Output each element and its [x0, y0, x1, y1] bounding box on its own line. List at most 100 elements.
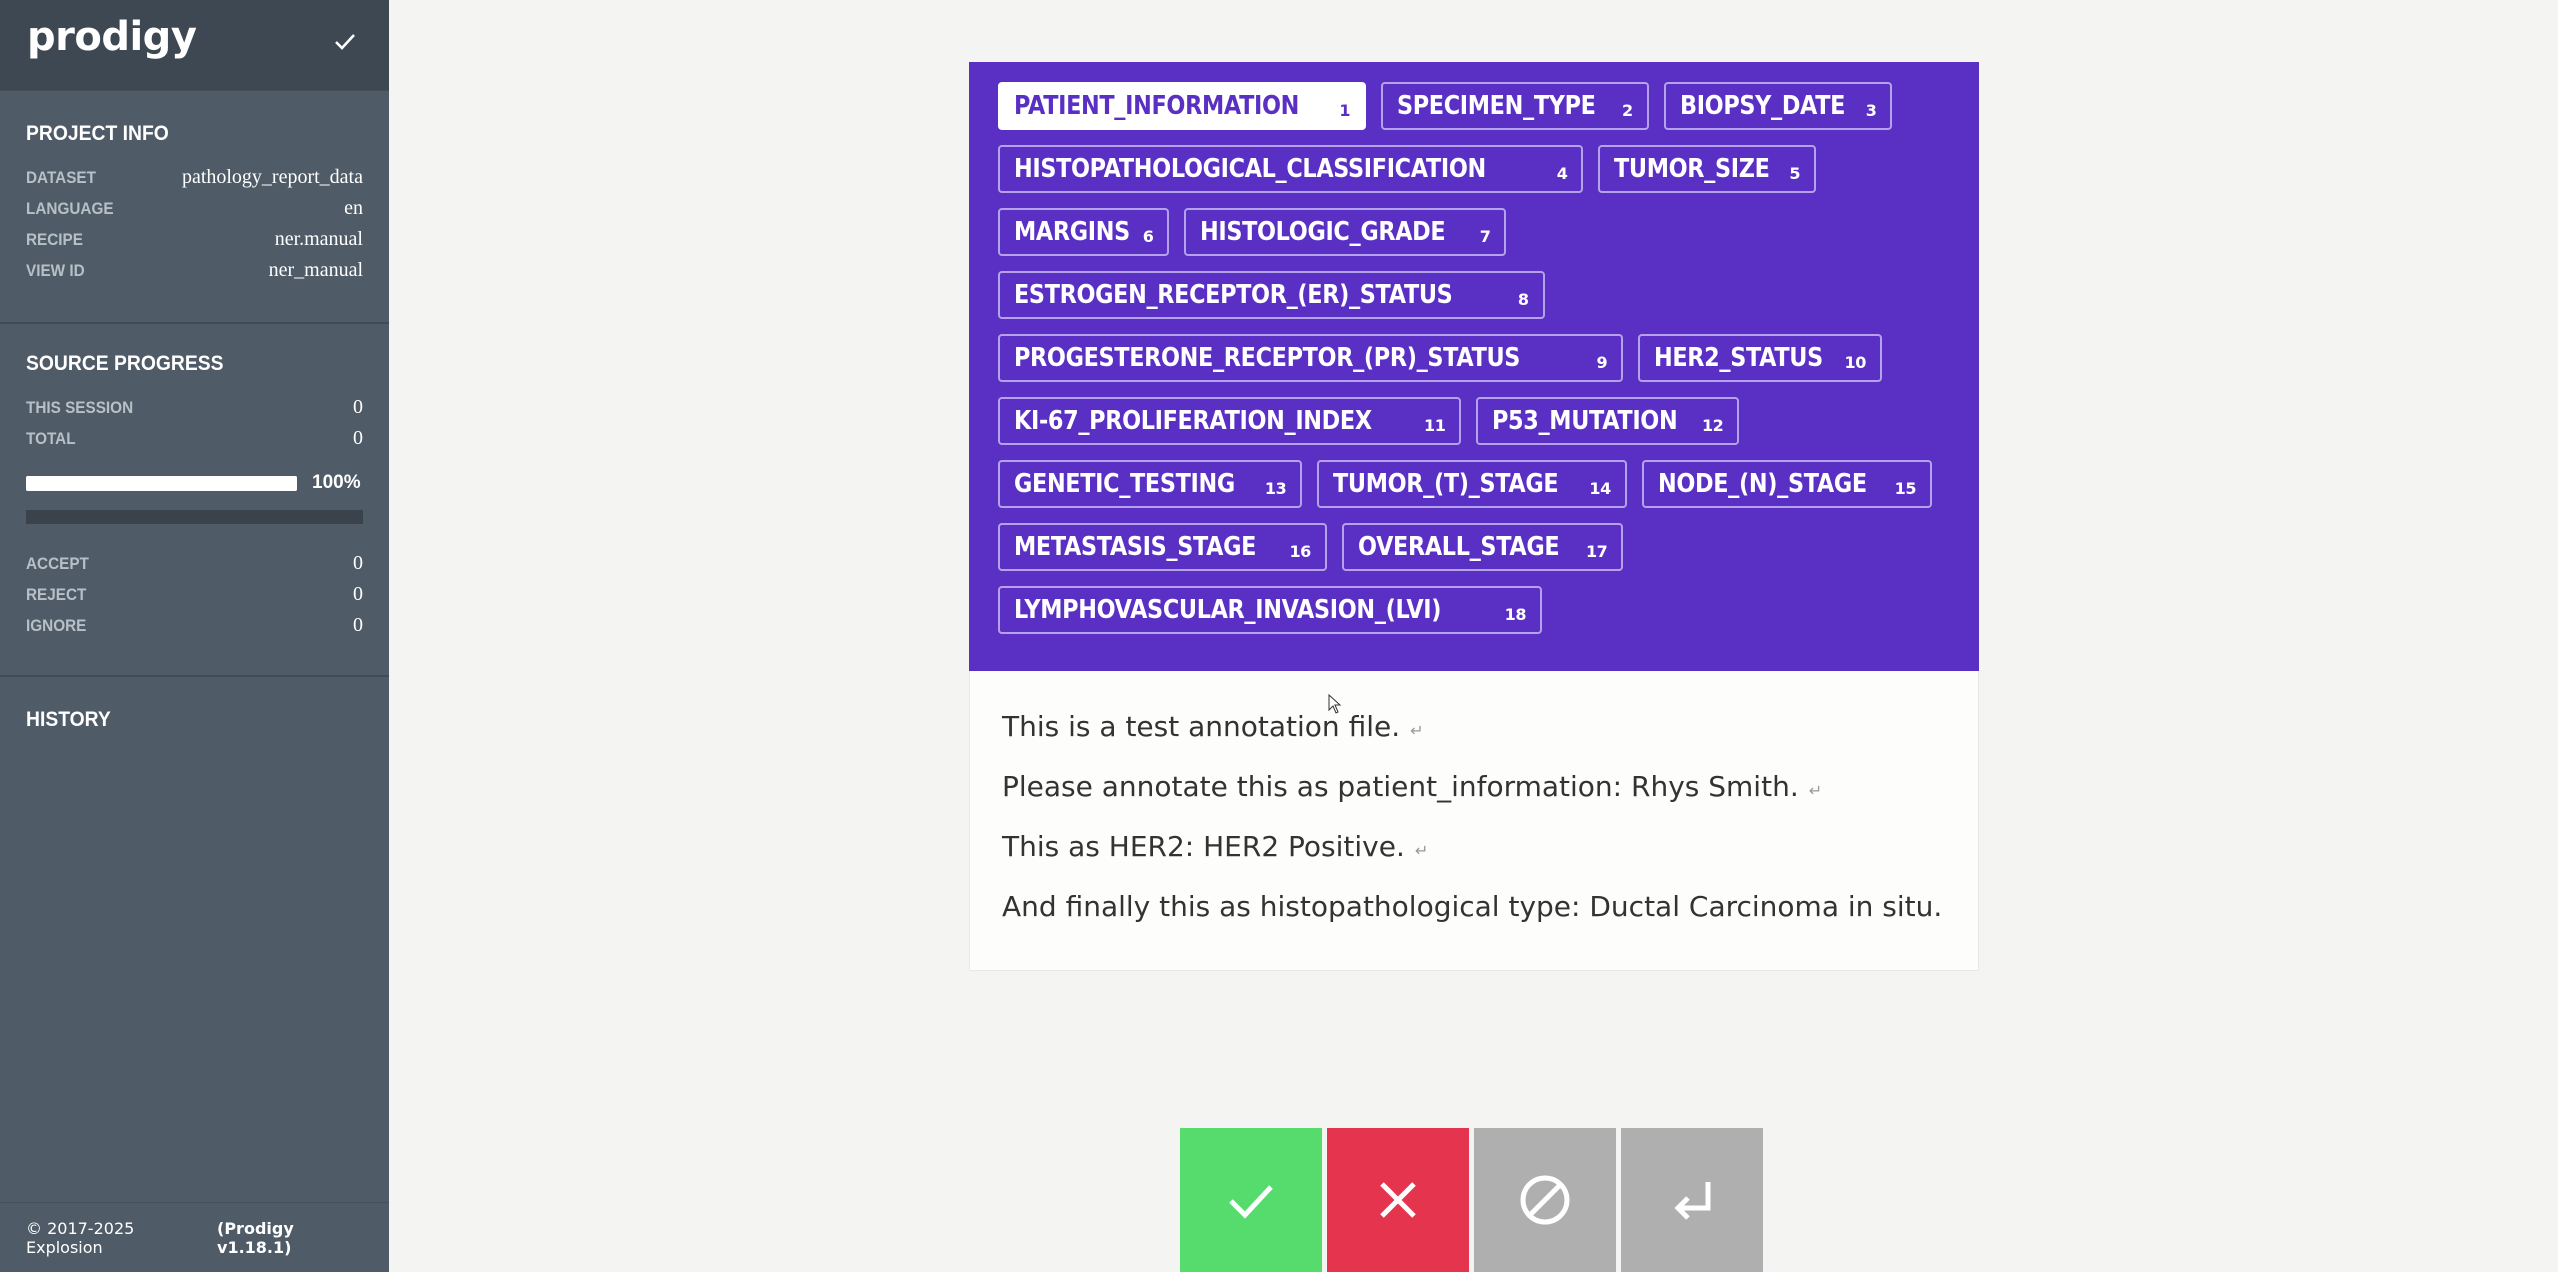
label-name: TUMOR_SIZE: [1614, 154, 1770, 184]
progress-row-total: TOTAL 0: [26, 423, 363, 454]
info-row-language: LANGUAGE en: [26, 193, 363, 224]
accept-button[interactable]: [1180, 1128, 1322, 1272]
label-button-histologic-grade[interactable]: HISTOLOGIC_GRADE 7: [1184, 208, 1507, 256]
progress-value: 0: [353, 396, 363, 418]
label-button-her2-status[interactable]: HER2_STATUS 10: [1638, 334, 1883, 382]
label-shortcut: 12: [1701, 415, 1724, 435]
label-shortcut: 7: [1479, 226, 1491, 246]
label-name: NODE_(N)_STAGE: [1657, 469, 1867, 499]
history-section: HISTORY: [0, 708, 389, 732]
count-key: ACCEPT: [26, 553, 89, 573]
label-button-patient-information[interactable]: PATIENT_INFORMATION 1: [998, 82, 1367, 130]
info-key: LANGUAGE: [26, 198, 114, 218]
label-name: GENETIC_TESTING: [1014, 469, 1235, 499]
label-button-histopathological-classification[interactable]: HISTOPATHOLOGICAL_CLASSIFICATION 4: [998, 145, 1584, 193]
label-name: PROGESTERONE_RECEPTOR_(PR)_STATUS: [1014, 343, 1521, 373]
label-shortcut: 2: [1622, 100, 1633, 120]
count-row-accept: ACCEPT 0: [26, 548, 363, 579]
label-shortcut: 4: [1556, 163, 1568, 183]
ignore-icon: [1520, 1175, 1570, 1225]
label-name: TUMOR_(T)_STAGE: [1333, 469, 1559, 499]
check-icon[interactable]: [331, 28, 359, 56]
count-row-ignore: IGNORE 0: [26, 610, 363, 641]
sidebar-divider: [0, 322, 389, 324]
text-line[interactable]: Please annotate this as patient_informat…: [1002, 767, 1946, 827]
progress-key: THIS SESSION: [26, 397, 134, 417]
label-button-tumor-t-stage[interactable]: TUMOR_(T)_STAGE 14: [1317, 460, 1627, 508]
annotation-text[interactable]: This is a test annotation file. ↵ Please …: [969, 671, 1979, 971]
label-shortcut: 10: [1844, 352, 1867, 372]
newline-icon: ↵: [1414, 841, 1429, 860]
action-buttons: [1180, 1128, 1763, 1272]
text-line[interactable]: And finally this as histopathological ty…: [1002, 887, 1946, 947]
label-button-tumor-size[interactable]: TUMOR_SIZE 5: [1598, 145, 1817, 193]
progress-bar-row: 100%: [26, 468, 363, 498]
version-text: (Prodigy v1.18.1): [217, 1218, 294, 1257]
text-content[interactable]: This is a test annotation file.: [1002, 710, 1400, 743]
label-shortcut: 8: [1517, 289, 1529, 309]
count-value: 0: [353, 614, 363, 636]
mouse-cursor-icon: [1328, 694, 1342, 714]
label-button-margins[interactable]: MARGINS 6: [998, 208, 1170, 256]
label-name: SPECIMEN_TYPE: [1397, 91, 1596, 121]
label-button-estrogen-receptor-er-status[interactable]: ESTROGEN_RECEPTOR_(ER)_STATUS 8: [998, 271, 1545, 319]
label-name: METASTASIS_STAGE: [1014, 532, 1257, 562]
label-name: BIOPSY_DATE: [1679, 91, 1845, 121]
label-button-node-n-stage[interactable]: NODE_(N)_STAGE 15: [1641, 460, 1933, 508]
label-name: HISTOLOGIC_GRADE: [1200, 217, 1446, 247]
ignore-button[interactable]: [1474, 1128, 1616, 1272]
info-value: pathology_report_data: [181, 166, 363, 188]
count-value: 0: [353, 552, 363, 574]
info-value: ner_manual: [268, 259, 363, 281]
count-key: REJECT: [26, 584, 87, 604]
sidebar-header: prodigy: [0, 0, 389, 91]
text-content[interactable]: Please annotate this as patient_informat…: [1002, 770, 1799, 803]
label-name: MARGINS: [1014, 217, 1130, 247]
label-button-progesterone-receptor-pr-status[interactable]: PROGESTERONE_RECEPTOR_(PR)_STATUS 9: [998, 334, 1624, 382]
check-icon: [1229, 1185, 1273, 1219]
label-button-specimen-type[interactable]: SPECIMEN_TYPE 2: [1381, 82, 1649, 130]
label-shortcut: 13: [1264, 478, 1287, 498]
secondary-progress-bar: [26, 510, 363, 524]
label-button-lymphovascular-invasion-lvi[interactable]: LYMPHOVASCULAR_INVASION_(LVI) 18: [998, 586, 1543, 634]
info-row-recipe: RECIPE ner.manual: [26, 224, 363, 255]
label-button-ki-67-proliferation-index[interactable]: KI-67_PROLIFERATION_INDEX 11: [998, 397, 1462, 445]
label-name: HISTOPATHOLOGICAL_CLASSIFICATION: [1014, 154, 1486, 184]
undo-button[interactable]: [1621, 1128, 1763, 1272]
info-row-view-id: VIEW ID ner_manual: [26, 255, 363, 286]
label-shortcut: 5: [1789, 163, 1801, 183]
label-shortcut: 15: [1894, 478, 1917, 498]
label-shortcut: 3: [1865, 100, 1877, 120]
label-shortcut: 1: [1339, 100, 1351, 120]
label-button-p53-mutation[interactable]: P53_MUTATION 12: [1476, 397, 1740, 445]
label-button-genetic-testing[interactable]: GENETIC_TESTING 13: [998, 460, 1303, 508]
info-key: VIEW ID: [26, 260, 85, 280]
annotation-card: PATIENT_INFORMATION 1 SPECIMEN_TYPE 2 BIOPSY…: [969, 62, 1979, 971]
label-name: KI-67_PROLIFERATION_INDEX: [1014, 406, 1372, 436]
info-key: DATASET: [26, 167, 96, 187]
text-content[interactable]: And finally this as histopathological ty…: [1002, 890, 1942, 923]
prodigy-logo[interactable]: prodigy: [27, 14, 197, 60]
label-shortcut: 14: [1589, 478, 1611, 498]
text-line[interactable]: This as HER2: HER2 Positive. ↵: [1002, 827, 1946, 887]
label-name: HER2_STATUS: [1654, 343, 1824, 373]
reject-button[interactable]: [1327, 1128, 1469, 1272]
label-name: P53_MUTATION: [1492, 406, 1678, 436]
newline-icon: ↵: [1808, 781, 1823, 800]
progress-percent: 100%: [312, 472, 361, 493]
label-button-overall-stage[interactable]: OVERALL_STAGE 17: [1341, 523, 1624, 571]
label-button-biopsy-date[interactable]: BIOPSY_DATE 3: [1663, 82, 1893, 130]
source-progress-title: SOURCE PROGRESS: [26, 352, 224, 375]
text-content[interactable]: This as HER2: HER2 Positive.: [1002, 830, 1405, 863]
count-value: 0: [353, 583, 363, 605]
info-row-dataset: DATASET pathology_report_data: [26, 162, 363, 193]
label-button-metastasis-stage[interactable]: METASTASIS_STAGE 16: [998, 523, 1327, 571]
info-value: ner.manual: [274, 228, 363, 250]
info-key: RECIPE: [26, 229, 83, 249]
source-progress-section: SOURCE PROGRESS THIS SESSION 0 TOTAL 0 1…: [0, 352, 389, 641]
label-name: LYMPHOVASCULAR_INVASION_(LVI): [1014, 595, 1442, 625]
text-line[interactable]: This is a test annotation file. ↵: [1002, 707, 1946, 767]
label-shortcut: 9: [1596, 352, 1608, 372]
label-shortcut: 17: [1585, 541, 1608, 561]
project-info-section: PROJECT INFO DATASET pathology_report_da…: [0, 122, 389, 286]
